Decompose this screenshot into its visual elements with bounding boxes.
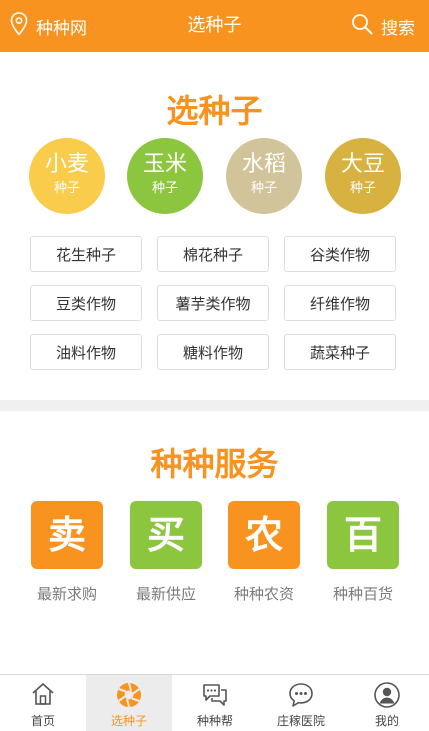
featured-seed-corn[interactable]: 玉米 种子 — [127, 138, 203, 214]
seed-section: 选种子 小麦 种子 玉米 种子 水稻 种子 大豆 种子 花生种子 棉花种子 谷类… — [0, 52, 429, 400]
featured-seed-rice[interactable]: 水稻 种子 — [226, 138, 302, 214]
category-chip-vegetable[interactable]: 蔬菜种子 — [284, 334, 396, 370]
user-icon — [344, 681, 429, 709]
featured-seed-name: 大豆 — [340, 152, 385, 177]
category-chip-fiber[interactable]: 纤维作物 — [284, 285, 396, 321]
featured-seed-name: 小麦 — [44, 152, 89, 177]
seed-aperture-icon — [86, 681, 172, 709]
category-chip-sugar[interactable]: 糖料作物 — [157, 334, 269, 370]
category-chip-tuber[interactable]: 薯芋类作物 — [157, 285, 269, 321]
featured-seed-soybean[interactable]: 大豆 种子 — [325, 138, 401, 214]
tab-label: 首页 — [30, 714, 55, 728]
service-label[interactable]: 最新求购 — [17, 583, 117, 604]
tab-select-seeds[interactable]: 选种子 — [86, 675, 172, 731]
service-section-title: 种种服务 — [150, 445, 279, 483]
featured-seed-sub: 种子 — [53, 181, 80, 196]
service-label[interactable]: 种种农资 — [214, 583, 314, 604]
featured-seed-name: 水稻 — [241, 152, 286, 177]
tab-label: 种种帮 — [196, 714, 233, 728]
tab-label: 我的 — [374, 714, 399, 728]
category-chip-oil[interactable]: 油料作物 — [30, 334, 142, 370]
featured-seed-wheat[interactable]: 小麦 种子 — [29, 138, 105, 214]
featured-seed-sub: 种子 — [250, 181, 277, 196]
search-button[interactable]: 搜索 — [351, 0, 415, 52]
tab-home[interactable]: 首页 — [0, 675, 86, 731]
tab-label: 庄稼医院 — [276, 714, 325, 728]
tab-crop-hospital[interactable]: 庄稼医院 — [258, 675, 344, 731]
search-icon — [351, 13, 373, 40]
chat-icon — [172, 681, 258, 709]
service-supply-button[interactable]: 买 — [130, 501, 202, 569]
category-chip-legume[interactable]: 豆类作物 — [30, 285, 142, 321]
search-label: 搜索 — [381, 18, 415, 39]
seed-section-title: 选种子 — [166, 92, 263, 130]
service-label[interactable]: 最新供应 — [116, 583, 216, 604]
service-buy-request-button[interactable]: 卖 — [31, 501, 103, 569]
service-agri-supplies-button[interactable]: 农 — [228, 501, 300, 569]
service-label[interactable]: 种种百货 — [313, 583, 413, 604]
category-chip-cereal[interactable]: 谷类作物 — [284, 236, 396, 272]
service-section: 种种服务 卖 买 农 百 最新求购 最新供应 种种农资 种种百货 — [0, 411, 429, 674]
featured-seed-name: 玉米 — [142, 152, 187, 177]
tab-mine[interactable]: 我的 — [344, 675, 429, 731]
tab-help[interactable]: 种种帮 — [172, 675, 258, 731]
top-bar: 种种网 选种子 搜索 — [0, 0, 429, 52]
service-general-store-button[interactable]: 百 — [327, 501, 399, 569]
tab-label: 选种子 — [110, 714, 147, 728]
home-icon — [0, 681, 86, 709]
bottom-tab-bar: 首页 选种子 种种帮 庄稼医院 我的 — [0, 674, 429, 731]
featured-seed-sub: 种子 — [151, 181, 178, 196]
category-chip-peanut[interactable]: 花生种子 — [30, 236, 142, 272]
category-chip-cotton[interactable]: 棉花种子 — [157, 236, 269, 272]
featured-seed-sub: 种子 — [349, 181, 376, 196]
message-bubble-icon — [258, 681, 344, 709]
